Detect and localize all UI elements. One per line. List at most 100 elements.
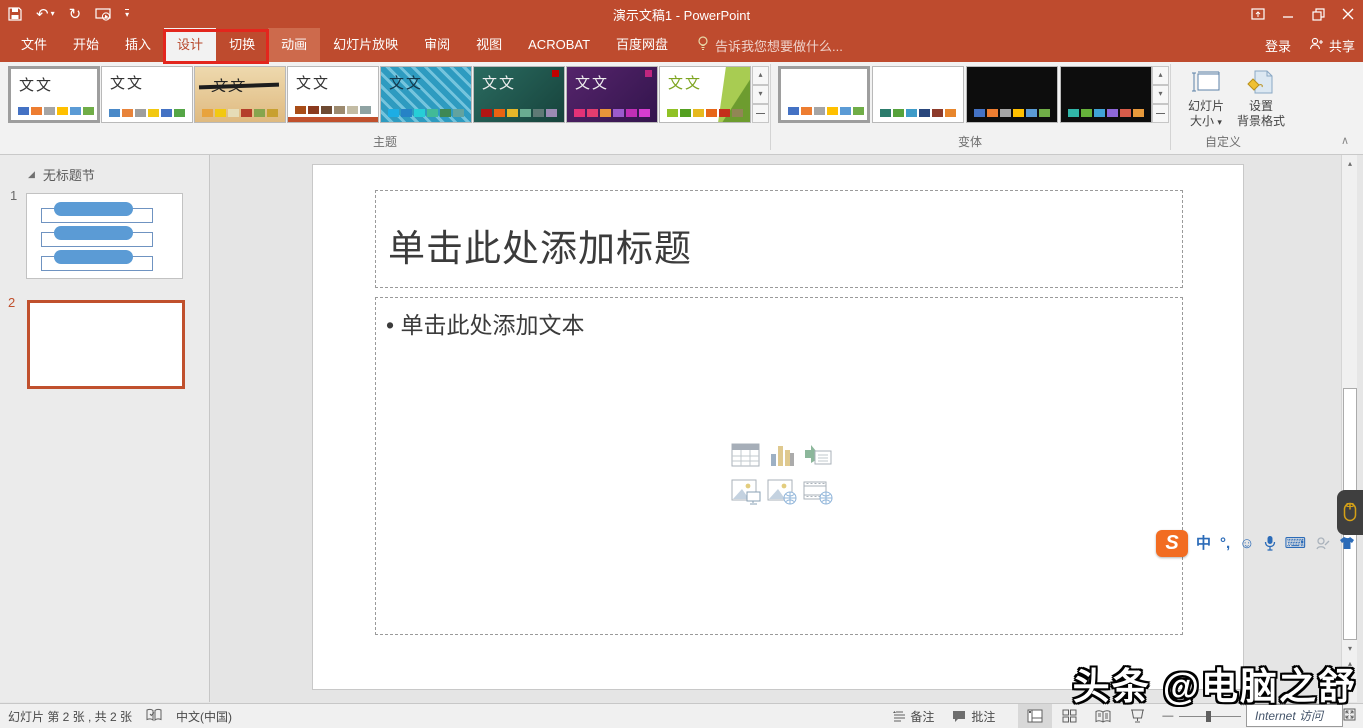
tab-baidu-netdisk[interactable]: 百度网盘 [603, 28, 681, 62]
group-divider [770, 64, 771, 150]
sogou-logo[interactable]: S [1156, 530, 1188, 557]
slide-size-button[interactable]: 幻灯片 大小 ▾ [1180, 66, 1232, 140]
title-placeholder[interactable]: 单击此处添加标题 [375, 190, 1183, 288]
minimize-button[interactable] [1273, 0, 1303, 28]
lightbulb-icon [697, 36, 709, 54]
theme-3[interactable]: 文文 [194, 66, 286, 123]
tab-insert[interactable]: 插入 [112, 28, 164, 62]
ribbon-design-tab-content: 文文 文文 文文 文文 文文 文文 文文 [0, 62, 1363, 155]
theme-swatches [574, 109, 652, 117]
slide-2-number: 2 [8, 295, 15, 310]
normal-view-button[interactable] [1018, 704, 1052, 728]
undo-button[interactable]: ↶▾ [36, 7, 55, 22]
customize-qat-dropdown[interactable]: ▾ [125, 9, 129, 19]
thumbnail-shape [54, 250, 133, 264]
content-placeholder[interactable]: • 单击此处添加文本 [375, 297, 1183, 635]
tab-acrobat[interactable]: ACROBAT [515, 28, 603, 62]
close-button[interactable] [1333, 0, 1363, 28]
format-background-button[interactable]: 设置 背景格式 [1232, 66, 1290, 140]
zoom-slider-thumb[interactable] [1206, 711, 1211, 722]
theme-office[interactable]: 文文 [8, 66, 100, 123]
variant-4[interactable] [1060, 66, 1152, 123]
ribbon-tab-row: 文件 开始 插入 设计 切换 动画 幻灯片放映 审阅 视图 ACROBAT 百度… [0, 28, 1363, 62]
variants-gallery-scroll: ▴ ▾ [1152, 66, 1169, 123]
body-placeholder-text: 单击此处添加文本 [400, 312, 584, 338]
spellcheck-icon[interactable] [146, 708, 162, 725]
variant-2[interactable] [872, 66, 964, 123]
zoom-out-button[interactable]: — [1162, 710, 1173, 722]
tab-file[interactable]: 文件 [8, 28, 60, 62]
insert-chart-icon[interactable] [769, 442, 795, 468]
variants-gallery-expand-button[interactable] [1152, 104, 1169, 123]
start-slideshow-icon[interactable] [95, 8, 111, 21]
tab-home[interactable]: 开始 [60, 28, 112, 62]
tab-view[interactable]: 视图 [463, 28, 515, 62]
microphone-icon[interactable] [1264, 535, 1276, 551]
restore-button[interactable] [1303, 0, 1333, 28]
theme-swatches [667, 109, 745, 117]
variants-scroll-up-button[interactable]: ▴ [1152, 66, 1169, 85]
save-icon[interactable] [8, 7, 22, 21]
language-indicator[interactable]: 中文(中国) [176, 708, 232, 725]
insert-online-picture-icon[interactable] [767, 479, 797, 505]
tab-design[interactable]: 设计 [164, 28, 216, 62]
ribbon-display-options-button[interactable] [1243, 0, 1273, 28]
redo-button[interactable]: ↻ [69, 7, 82, 22]
themes-scroll-down-button[interactable]: ▾ [752, 85, 769, 104]
tab-slideshow[interactable]: 幻灯片放映 [320, 28, 411, 62]
vertical-scrollbar[interactable]: ▴ ▾ ▴▴ ▾▾ [1341, 155, 1357, 702]
sign-in-link[interactable]: 登录 [1265, 36, 1291, 55]
slide-2-thumbnail-selected[interactable] [27, 300, 185, 389]
themes-scroll-up-button[interactable]: ▴ [752, 66, 769, 85]
tab-transitions[interactable]: 切换 [216, 28, 268, 62]
comments-toggle[interactable]: 批注 [943, 704, 1004, 728]
slide-size-icon [1191, 69, 1221, 95]
theme-7[interactable]: 文文 [566, 66, 658, 123]
window-title: 演示文稿1 - PowerPoint [0, 5, 1363, 24]
section-title: 无标题节 [43, 165, 95, 184]
themes-gallery-expand-button[interactable] [752, 104, 769, 123]
content-insert-icons [728, 436, 840, 510]
insert-smartart-icon[interactable] [803, 443, 833, 467]
theme-5[interactable]: 文文 [380, 66, 472, 123]
slide-canvas[interactable]: 单击此处添加标题 • 单击此处添加文本 [312, 164, 1244, 690]
notes-icon [892, 710, 905, 722]
variants-group-label: 变体 [915, 133, 1025, 150]
keyboard-icon[interactable]: ⌨ [1285, 536, 1307, 551]
punctuation-icon[interactable]: °, [1220, 536, 1230, 551]
thumbnail-shape [54, 202, 133, 216]
powerpoint-window: ↶▾ ↻ ▾ 演示文稿1 - PowerPoint 文件 [0, 0, 1363, 728]
quick-access-toolbar: ↶▾ ↻ ▾ [0, 7, 129, 22]
slide-1-number: 1 [10, 188, 17, 203]
share-button[interactable]: 共享 [1309, 36, 1355, 55]
chinese-mode-icon[interactable]: 中 [1196, 536, 1211, 551]
insert-picture-icon[interactable] [731, 479, 761, 505]
title-bar: ↶▾ ↻ ▾ 演示文稿1 - PowerPoint [0, 0, 1363, 28]
collapse-ribbon-button[interactable]: ∧ [1341, 134, 1349, 147]
scroll-down-button[interactable]: ▾ [1343, 642, 1357, 656]
tab-animations[interactable]: 动画 [268, 28, 320, 62]
theme-6[interactable]: 文文 [473, 66, 565, 123]
slide-1-thumbnail[interactable] [26, 193, 183, 279]
notes-toggle[interactable]: 备注 [883, 704, 943, 728]
section-collapse-icon[interactable]: ◢ [28, 169, 35, 180]
insert-table-icon[interactable] [731, 442, 761, 468]
tell-me-box[interactable]: 告诉我您想要做什么... [697, 28, 843, 62]
variant-3[interactable] [966, 66, 1058, 123]
theme-2[interactable]: 文文 [101, 66, 193, 123]
zoom-slider[interactable] [1179, 710, 1241, 722]
tell-me-text: 告诉我您想要做什么... [715, 36, 843, 55]
insert-video-icon[interactable] [803, 479, 833, 505]
variants-scroll-down-button[interactable]: ▾ [1152, 85, 1169, 104]
variant-swatches [1068, 109, 1146, 117]
handwriting-icon[interactable] [1315, 536, 1330, 550]
thumbnail-shape [54, 226, 133, 240]
tab-review[interactable]: 审阅 [411, 28, 463, 62]
emoji-icon[interactable]: ☺ [1239, 536, 1254, 551]
theme-8[interactable]: 文文 [659, 66, 751, 123]
skin-icon[interactable] [1339, 536, 1355, 550]
section-header[interactable]: ◢ 无标题节 [28, 165, 95, 184]
theme-4[interactable]: 文文 [287, 66, 379, 123]
scroll-up-button[interactable]: ▴ [1343, 157, 1357, 171]
variant-1[interactable] [778, 66, 870, 123]
